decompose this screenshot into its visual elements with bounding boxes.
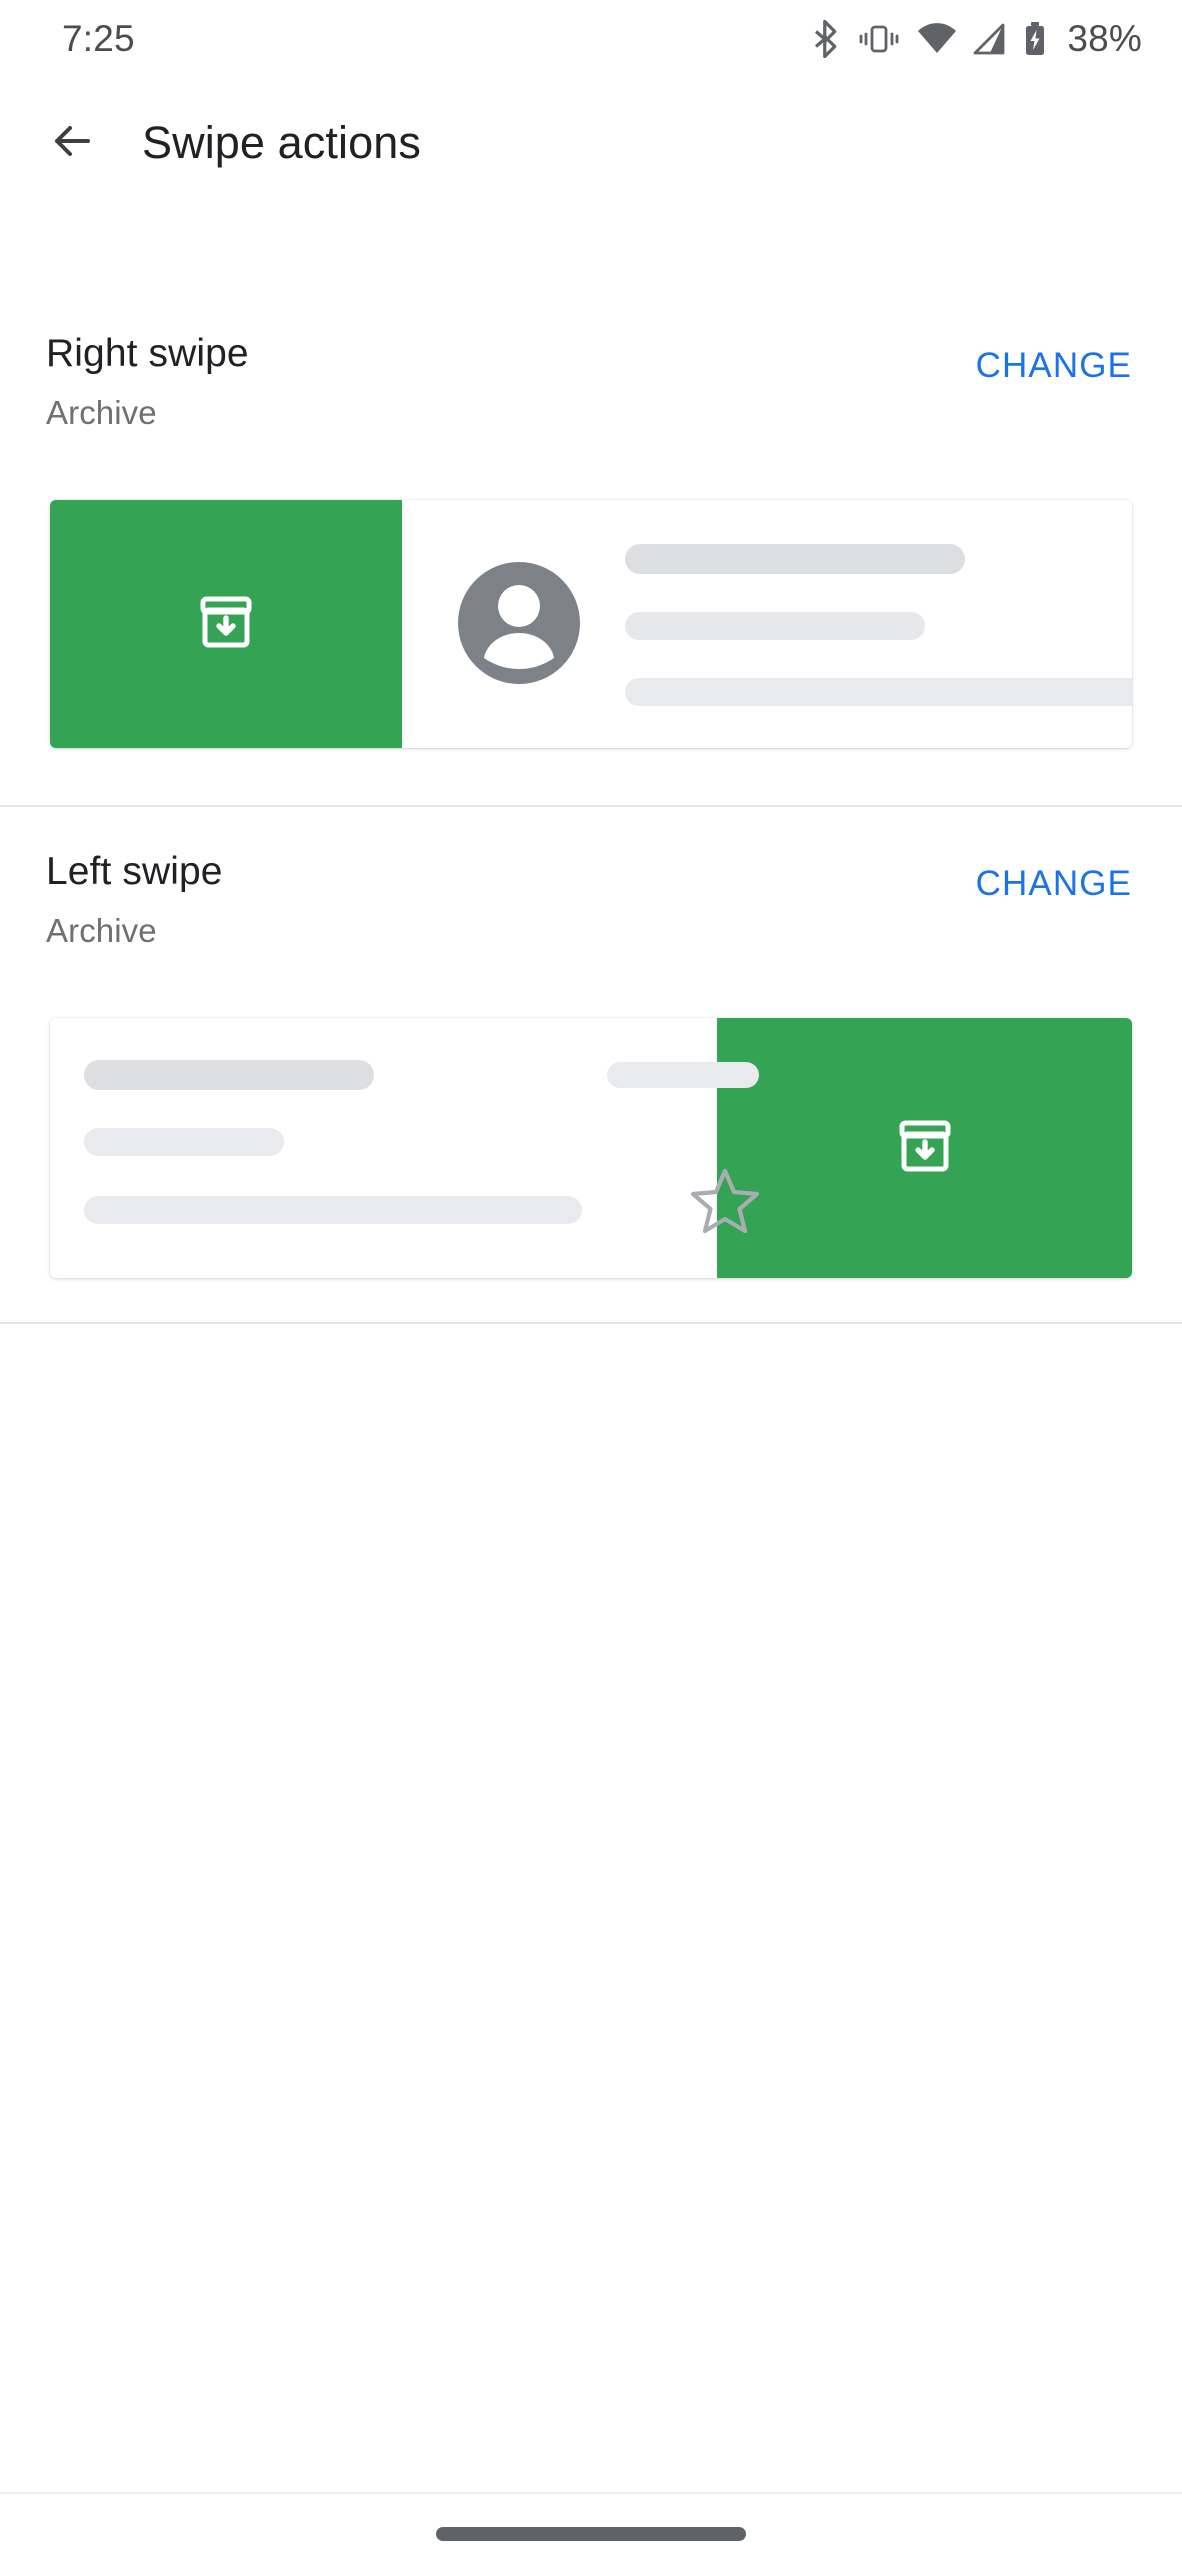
placeholder-bar-subject bbox=[625, 612, 925, 640]
left-swipe-title: Left swipe bbox=[46, 850, 223, 893]
right-swipe-preview-card bbox=[50, 500, 1132, 748]
page-title: Swipe actions bbox=[142, 117, 421, 168]
app-bar: Swipe actions bbox=[0, 78, 1182, 208]
right-swipe-header: Right swipe Archive CHANGE bbox=[0, 322, 1182, 432]
back-arrow-icon bbox=[48, 117, 96, 170]
status-bar: 7:25 38% bbox=[0, 0, 1182, 78]
placeholder-bar-sender bbox=[625, 544, 965, 574]
right-swipe-subtitle: Archive bbox=[46, 394, 157, 431]
right-swipe-action-panel bbox=[50, 500, 402, 748]
home-gesture-pill[interactable] bbox=[436, 2527, 746, 2541]
right-swipe-preview-body bbox=[402, 500, 1132, 748]
section-right-swipe: Right swipe Archive CHANGE bbox=[0, 322, 1182, 748]
status-icons: 38% bbox=[811, 18, 1142, 60]
placeholder-bar-timestamp bbox=[607, 1062, 759, 1088]
left-swipe-subtitle: Archive bbox=[46, 912, 157, 949]
section-divider-1 bbox=[0, 805, 1182, 807]
right-swipe-change-button[interactable]: CHANGE bbox=[968, 340, 1140, 392]
status-time: 7:25 bbox=[62, 18, 135, 59]
battery-percent-label: 38% bbox=[1067, 18, 1142, 59]
left-swipe-preview-body bbox=[50, 1018, 760, 1278]
left-swipe-header: Left swipe Archive CHANGE bbox=[0, 840, 1182, 950]
archive-icon bbox=[195, 591, 257, 658]
placeholder-bar-snippet bbox=[84, 1196, 582, 1224]
avatar bbox=[458, 562, 580, 684]
right-swipe-placeholder-bars bbox=[625, 500, 1132, 748]
vibrate-icon bbox=[857, 22, 901, 56]
archive-icon bbox=[894, 1115, 956, 1182]
cell-signal-icon bbox=[973, 23, 1007, 55]
left-swipe-action-panel bbox=[717, 1018, 1132, 1278]
section-divider-2 bbox=[0, 1322, 1182, 1324]
bottom-divider bbox=[0, 2492, 1182, 2494]
left-swipe-change-button[interactable]: CHANGE bbox=[968, 858, 1140, 910]
placeholder-bar-sender bbox=[84, 1060, 374, 1090]
bluetooth-icon bbox=[811, 20, 841, 58]
battery-charging-icon bbox=[1023, 21, 1047, 57]
star-outline-icon bbox=[690, 1166, 760, 1239]
section-left-swipe: Left swipe Archive CHANGE bbox=[0, 840, 1182, 1278]
right-swipe-title: Right swipe bbox=[46, 332, 249, 375]
wifi-icon bbox=[917, 23, 957, 55]
left-swipe-preview-card bbox=[50, 1018, 1132, 1278]
person-avatar-icon bbox=[458, 560, 580, 687]
placeholder-bar-snippet bbox=[625, 678, 1132, 706]
placeholder-bar-subject bbox=[84, 1128, 284, 1156]
back-button[interactable] bbox=[24, 95, 120, 191]
